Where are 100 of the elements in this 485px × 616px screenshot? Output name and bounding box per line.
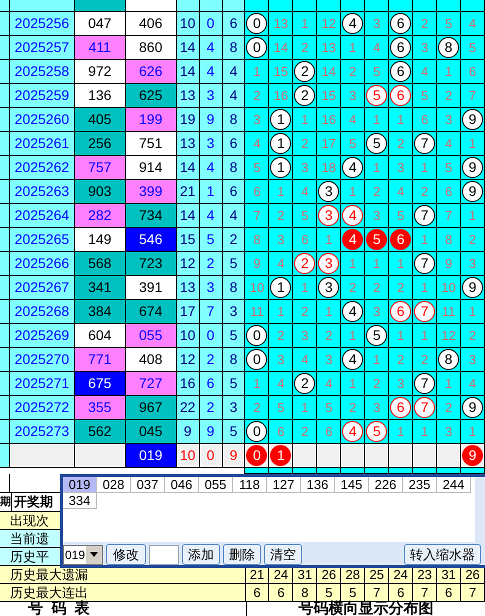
- miss-count: 12: [437, 324, 462, 348]
- span-value: 0: [200, 324, 223, 348]
- grid-cell: [0, 324, 10, 348]
- edit-button[interactable]: 修改: [106, 544, 146, 565]
- miss-count: 1: [293, 108, 318, 132]
- miss-count: 5: [317, 396, 342, 420]
- miss-count: 2: [269, 324, 294, 348]
- grid-cell: [317, 444, 342, 468]
- sum-value: 17: [176, 300, 200, 324]
- miss-count: 5: [413, 84, 438, 108]
- miss-count: 4: [437, 132, 462, 156]
- miss-count: 10: [245, 276, 270, 300]
- combination-item[interactable]: 334: [63, 493, 97, 509]
- miss-count: 1: [413, 276, 438, 300]
- miss-count: 2: [437, 84, 462, 108]
- grid-cell: [437, 0, 462, 12]
- combination-item[interactable]: 046: [165, 477, 199, 493]
- combination-item[interactable]: 226: [369, 477, 403, 493]
- toolbar-button[interactable]: 添加: [182, 544, 220, 565]
- number-cell: 019: [126, 444, 177, 468]
- miss-count: 1: [413, 156, 438, 180]
- miss-count: 2: [365, 180, 390, 204]
- miss-count: 5: [245, 156, 270, 180]
- grid-cell: [200, 0, 223, 12]
- miss-count: 2: [269, 204, 294, 228]
- grid-cell: [0, 60, 10, 84]
- combination-item[interactable]: 127: [267, 477, 301, 493]
- number-cell: 199: [126, 108, 177, 132]
- stat-value: 7: [365, 584, 390, 602]
- issue-number: 2025261: [10, 132, 75, 156]
- combination-item[interactable]: 055: [199, 477, 233, 493]
- issue-number: 2025269: [10, 324, 75, 348]
- miss-count: 16: [317, 108, 342, 132]
- issue-number: 2025267: [10, 276, 75, 300]
- tail-value: 6: [222, 12, 246, 36]
- grid-cell: [0, 84, 10, 108]
- miss-count: 1: [413, 324, 438, 348]
- toolbar-button[interactable]: 清空: [264, 544, 302, 565]
- combination-item[interactable]: 136: [301, 477, 335, 493]
- number-cell: 860: [126, 36, 177, 60]
- combination-item[interactable]: 235: [403, 477, 437, 493]
- miss-count: 2: [437, 396, 462, 420]
- span-value: 9: [200, 420, 223, 444]
- toolbar-button[interactable]: 删除: [223, 544, 261, 565]
- tail-value: 8: [222, 348, 246, 372]
- stat-value: 5: [341, 584, 366, 602]
- sum-value: 12: [176, 348, 200, 372]
- number-cell: 914: [126, 156, 177, 180]
- number-cell: 626: [126, 60, 177, 84]
- combination-item[interactable]: 028: [97, 477, 131, 493]
- transfer-button[interactable]: 转入缩水器: [404, 544, 481, 565]
- miss-count: 3: [245, 108, 270, 132]
- miss-count: 2: [245, 396, 270, 420]
- span-value: 7: [200, 300, 223, 324]
- miss-count: 1: [341, 252, 366, 276]
- miss-count: 15: [317, 84, 342, 108]
- combination-item[interactable]: 145: [335, 477, 369, 493]
- grid-cell: [0, 348, 10, 372]
- miss-count: 10: [437, 276, 462, 300]
- miss-count: 5: [461, 36, 485, 60]
- miss-count: 6: [437, 180, 462, 204]
- miss-count: 15: [269, 60, 294, 84]
- tail-value: 8: [222, 108, 246, 132]
- issue-number: 2025268: [10, 300, 75, 324]
- miss-count: 3: [269, 348, 294, 372]
- miss-count: 1: [461, 420, 485, 444]
- miss-count: 1: [245, 60, 270, 84]
- miss-count: 2: [365, 276, 390, 300]
- span-value: 0: [200, 444, 223, 468]
- miss-count: 11: [437, 300, 462, 324]
- combination-item[interactable]: 019: [63, 477, 97, 493]
- combination-item[interactable]: 037: [131, 477, 165, 493]
- tail-value: 4: [222, 60, 246, 84]
- input-field[interactable]: [149, 544, 179, 564]
- miss-count: 2: [341, 396, 366, 420]
- sum-value: 14: [176, 156, 200, 180]
- miss-count: 6: [293, 228, 318, 252]
- grid-cell: [269, 0, 294, 12]
- miss-count: 1: [365, 348, 390, 372]
- number-cell: 967: [126, 396, 177, 420]
- sum-value: 22: [176, 396, 200, 420]
- miss-count: 13: [269, 12, 294, 36]
- miss-count: 3: [365, 12, 390, 36]
- miss-count: 2: [293, 420, 318, 444]
- miss-count: 2: [389, 348, 414, 372]
- miss-count: 3: [389, 372, 414, 396]
- grid-cell: [317, 0, 342, 12]
- combination-item[interactable]: 244: [437, 477, 471, 493]
- number-cell: 604: [74, 324, 126, 348]
- number-cell: 723: [126, 252, 177, 276]
- combination-item[interactable]: 118: [233, 477, 267, 493]
- number-cell: 751: [126, 132, 177, 156]
- miss-count: 3: [269, 228, 294, 252]
- combo-box[interactable]: 019: [63, 544, 103, 564]
- grid-cell: [0, 228, 10, 252]
- span-value: 9: [200, 108, 223, 132]
- miss-count: 4: [317, 372, 342, 396]
- grid-cell: [389, 444, 414, 468]
- issue-number: 2025256: [10, 12, 75, 36]
- miss-count: 2: [461, 228, 485, 252]
